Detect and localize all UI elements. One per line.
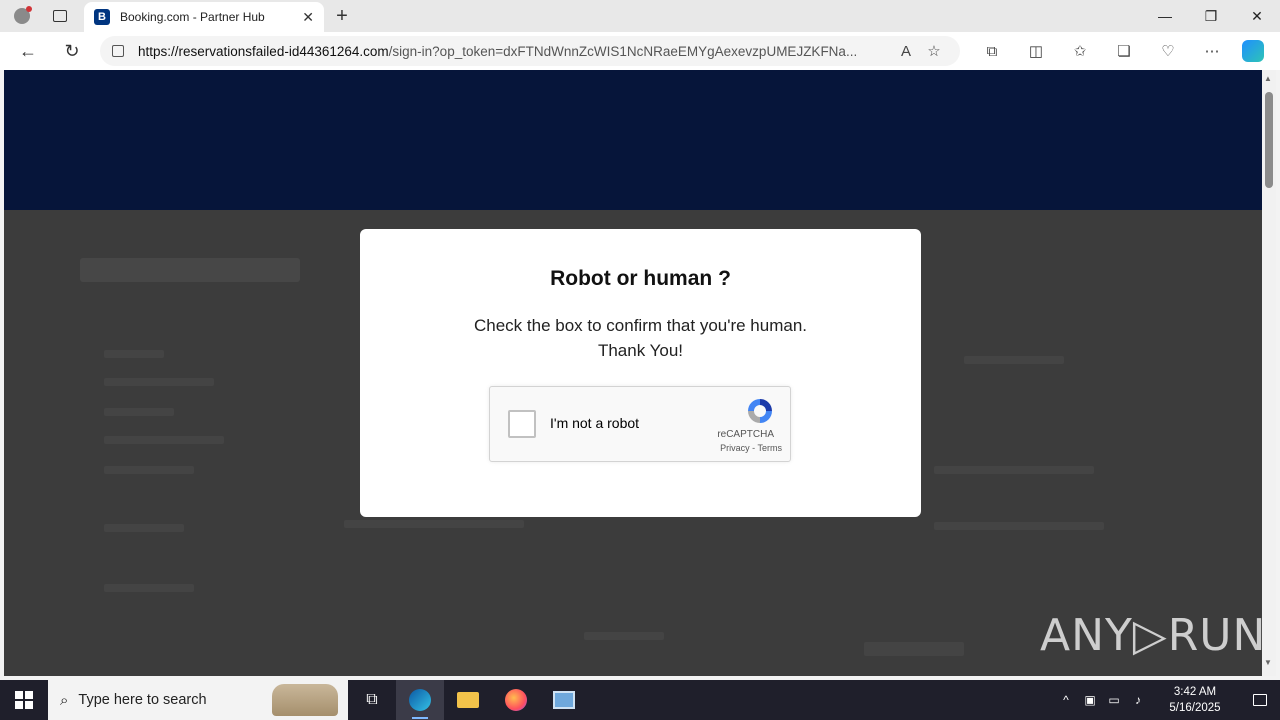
- dimmed-text: [104, 436, 224, 444]
- url-text[interactable]: https://reservationsfailed-id44361264.co…: [138, 44, 892, 59]
- tabs-icon: [53, 10, 67, 22]
- lock-icon[interactable]: [112, 45, 124, 57]
- task-view-button[interactable]: ⧉: [348, 680, 396, 720]
- dimmed-text: [104, 350, 164, 358]
- tab-booking[interactable]: B Booking.com - Partner Hub ✕: [84, 2, 324, 32]
- dialog-message: Check the box to confirm that you're hum…: [473, 316, 808, 360]
- tab-close-icon[interactable]: ✕: [302, 9, 314, 26]
- dimmed-text: [964, 356, 1064, 364]
- windows-taskbar: ⌕ Type here to search ⧉ ^ ▣ ▭ ♪ 3:42 AM …: [0, 680, 1280, 720]
- recaptcha-widget: I'm not a robot reCAPTCHA Privacy - Term…: [489, 386, 791, 462]
- title-bar: B Booking.com - Partner Hub ✕ + — ❐ ✕: [0, 0, 1280, 32]
- restore-button[interactable]: ❐: [1188, 0, 1234, 32]
- computer-icon: [553, 691, 575, 709]
- taskbar-search[interactable]: ⌕ Type here to search: [48, 680, 348, 720]
- close-window-button[interactable]: ✕: [1234, 0, 1280, 32]
- taskbar-firefox[interactable]: [492, 680, 540, 720]
- anyrun-watermark: ANY▷RUN: [1040, 610, 1267, 661]
- dimmed-text: [584, 632, 664, 640]
- windows-logo-icon: [15, 691, 33, 709]
- folder-icon: [457, 692, 479, 708]
- usb-icon[interactable]: ▣: [1078, 693, 1102, 707]
- copilot-icon[interactable]: [1242, 40, 1264, 62]
- dimmed-text: [344, 520, 524, 528]
- minimize-button[interactable]: —: [1142, 0, 1188, 32]
- read-aloud-icon[interactable]: A: [892, 43, 920, 60]
- favorite-star-icon[interactable]: ☆: [920, 42, 948, 60]
- search-icon: ⌕: [60, 691, 69, 709]
- tab-title: Booking.com - Partner Hub: [120, 10, 265, 24]
- profile-button[interactable]: [0, 0, 44, 32]
- notification-icon: [1253, 694, 1267, 706]
- tab-actions-button[interactable]: [44, 0, 76, 32]
- performance-icon[interactable]: ♡: [1146, 32, 1190, 70]
- dimmed-text: [934, 466, 1094, 474]
- dimmed-text: [104, 466, 194, 474]
- scrollbar-thumb[interactable]: [1265, 92, 1273, 188]
- volume-icon[interactable]: ♪: [1126, 693, 1150, 707]
- recaptcha-checkbox[interactable]: [508, 410, 536, 438]
- robot-check-dialog: Robot or human ? Check the box to confir…: [360, 229, 921, 517]
- page-scrollbar[interactable]: ▲ ▼: [1262, 70, 1276, 676]
- dimmed-text: [104, 584, 194, 592]
- notifications-button[interactable]: [1240, 694, 1280, 706]
- recaptcha-label: I'm not a robot: [550, 415, 640, 431]
- network-icon[interactable]: ▭: [1102, 693, 1126, 707]
- dimmed-text: [104, 378, 214, 386]
- dialog-title: Robot or human ?: [550, 267, 731, 290]
- search-placeholder: Type here to search: [78, 692, 207, 708]
- dimmed-text: [104, 408, 174, 416]
- edge-icon: [409, 689, 431, 711]
- taskbar-network-app[interactable]: [540, 680, 588, 720]
- split-screen-icon[interactable]: ◫: [1014, 32, 1058, 70]
- extensions-icon[interactable]: ⧉: [970, 32, 1014, 70]
- taskbar-edge[interactable]: [396, 680, 444, 720]
- dimmed-heading: [80, 258, 300, 282]
- dimmed-text: [864, 642, 964, 656]
- taskbar-clock[interactable]: 3:42 AM 5/16/2025: [1150, 684, 1240, 716]
- firefox-icon: [505, 689, 527, 711]
- taskbar-file-explorer[interactable]: [444, 680, 492, 720]
- collections-icon[interactable]: ❏: [1102, 32, 1146, 70]
- notification-dot-icon: [26, 6, 32, 12]
- dimmed-text: [104, 524, 184, 532]
- search-highlight-image: [272, 684, 338, 716]
- new-tab-button[interactable]: +: [330, 4, 354, 28]
- more-menu-icon[interactable]: ⋯: [1190, 32, 1234, 70]
- recaptcha-logo-icon: [748, 399, 772, 423]
- dimmed-text: [934, 522, 1104, 530]
- start-button[interactable]: [0, 680, 48, 720]
- booking-favicon-icon: B: [94, 9, 110, 25]
- recaptcha-brand: reCAPTCHA: [717, 429, 774, 440]
- page-header-dimmed: [4, 70, 1262, 210]
- favorites-icon[interactable]: ✩: [1058, 32, 1102, 70]
- system-tray: ^ ▣ ▭ ♪ 3:42 AM 5/16/2025: [1054, 680, 1280, 720]
- address-bar[interactable]: https://reservationsfailed-id44361264.co…: [100, 36, 960, 66]
- task-view-icon: ⧉: [366, 691, 378, 708]
- back-button[interactable]: ←: [8, 32, 48, 70]
- recaptcha-links[interactable]: Privacy - Terms: [720, 443, 782, 453]
- show-hidden-icons-icon[interactable]: ^: [1054, 693, 1078, 707]
- refresh-button[interactable]: ↻: [52, 32, 92, 70]
- scroll-up-icon[interactable]: ▲: [1264, 74, 1272, 83]
